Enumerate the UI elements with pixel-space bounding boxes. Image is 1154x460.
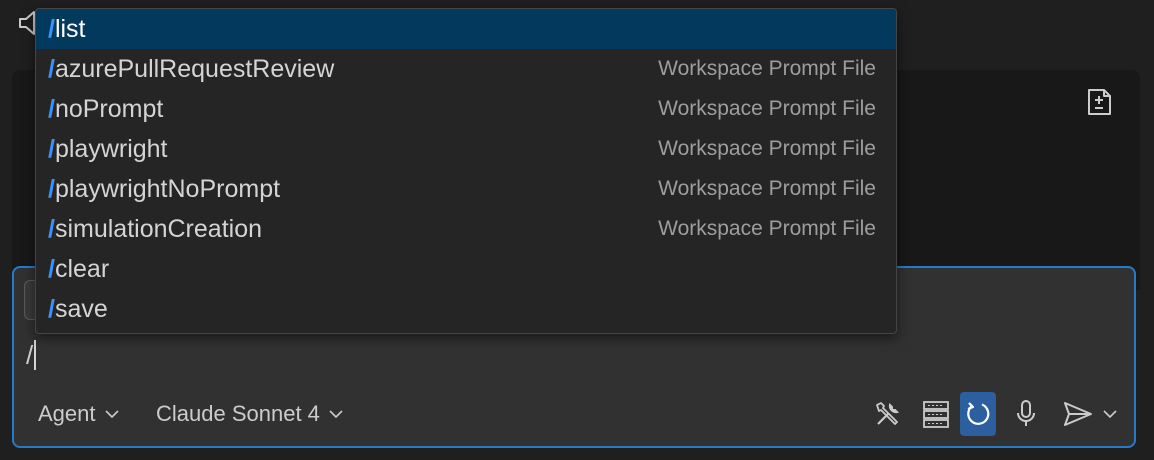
command-description: Workspace Prompt File <box>658 217 876 240</box>
context-button[interactable] <box>918 392 954 436</box>
auto-approve-button[interactable] <box>960 392 996 436</box>
slash-prefix: / <box>48 294 55 323</box>
suggestion-playwright[interactable]: /playwright Workspace Prompt File <box>36 129 896 169</box>
command-description: Workspace Prompt File <box>658 97 876 120</box>
model-picker-label: Claude Sonnet 4 <box>156 401 320 426</box>
suggestion-clear[interactable]: /clear <box>36 249 896 289</box>
chat-input-value: / <box>26 340 34 370</box>
suggestion-no-prompt[interactable]: /noPrompt Workspace Prompt File <box>36 89 896 129</box>
send-options-button[interactable] <box>1096 392 1124 436</box>
command-description: Workspace Prompt File <box>658 57 876 80</box>
slash-prefix: / <box>48 174 55 203</box>
chat-input[interactable]: / <box>26 340 37 370</box>
suggestion-azure-pull-request-review[interactable]: /azurePullRequestReview Workspace Prompt… <box>36 49 896 89</box>
command-name: noPrompt <box>54 94 164 123</box>
tools-button[interactable] <box>870 392 906 436</box>
chevron-down-icon <box>329 410 343 419</box>
slash-prefix: / <box>48 54 55 83</box>
slash-prefix: / <box>48 94 55 123</box>
command-name: list <box>54 14 86 43</box>
text-caret <box>34 340 37 370</box>
suggestion-simulation-creation[interactable]: /simulationCreation Workspace Prompt Fil… <box>36 209 896 249</box>
mode-picker-label: Agent <box>38 401 96 426</box>
voice-button[interactable] <box>1008 392 1044 436</box>
command-name: playwright <box>54 134 168 163</box>
model-picker[interactable]: Claude Sonnet 4 <box>156 398 344 430</box>
slash-prefix: / <box>48 254 55 283</box>
slash-prefix: / <box>48 134 55 163</box>
refresh-icon <box>967 402 990 425</box>
command-name: simulationCreation <box>54 214 262 243</box>
command-name: save <box>54 294 108 323</box>
slash-prefix: / <box>48 14 55 43</box>
chevron-down-icon <box>104 410 119 419</box>
slash-prefix: / <box>48 214 55 243</box>
suggestion-save[interactable]: /save <box>36 289 896 329</box>
command-name: azurePullRequestReview <box>54 54 335 83</box>
send-button[interactable] <box>1058 392 1098 436</box>
mode-picker[interactable]: Agent <box>38 398 120 430</box>
new-prompt-file-icon[interactable] <box>1084 86 1116 118</box>
suggestion-list[interactable]: /list <box>36 9 896 49</box>
tools-icon <box>876 402 900 425</box>
send-icon <box>1064 402 1092 426</box>
microphone-icon <box>1017 400 1035 426</box>
command-description: Workspace Prompt File <box>658 177 876 200</box>
chevron-down-icon <box>1103 410 1117 419</box>
command-description: Workspace Prompt File <box>658 137 876 160</box>
command-name: clear <box>54 254 110 283</box>
slash-command-suggestions: /list /azurePullRequestReview Workspace … <box>35 8 897 334</box>
suggestion-playwright-no-prompt[interactable]: /playwrightNoPrompt Workspace Prompt Fil… <box>36 169 896 209</box>
server-icon <box>923 401 949 428</box>
command-name: playwrightNoPrompt <box>54 174 281 203</box>
